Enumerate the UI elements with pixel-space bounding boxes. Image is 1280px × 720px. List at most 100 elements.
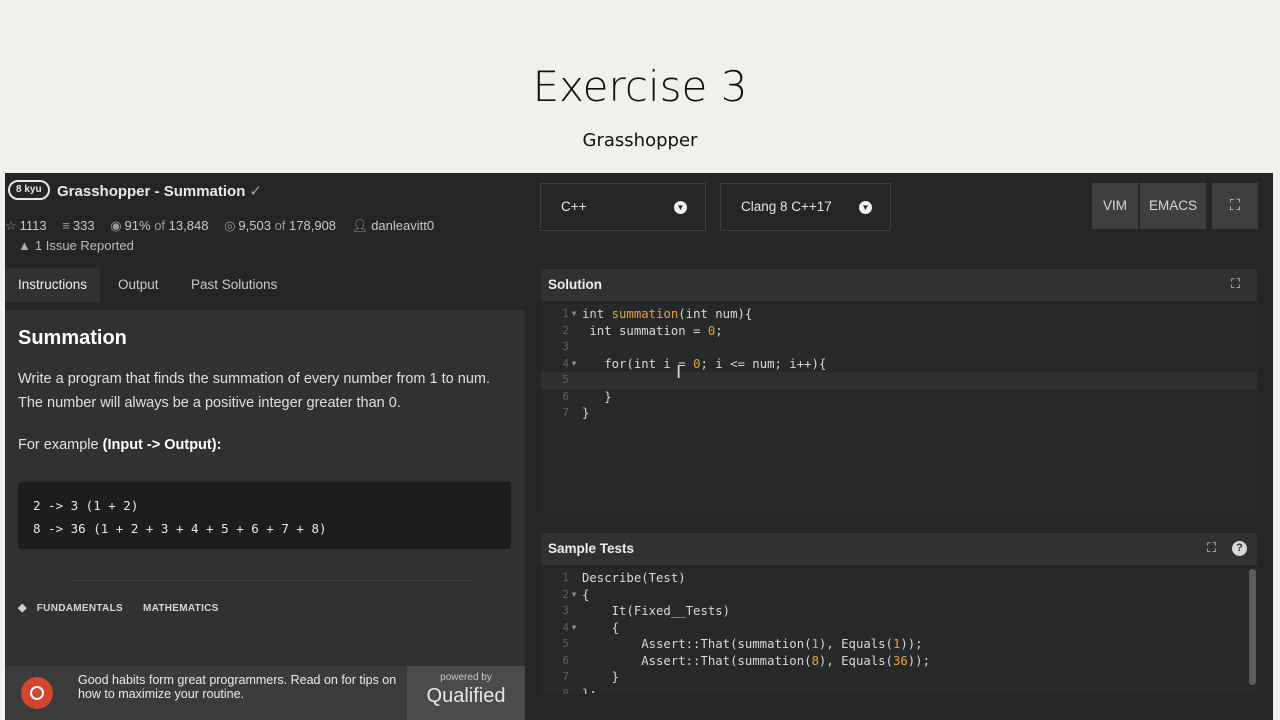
slide-title: Exercise 3 — [532, 62, 748, 111]
collections-stat[interactable]: ≡ 333 — [62, 218, 94, 233]
text-cursor-icon: I — [676, 362, 682, 383]
code-line: 1 Describe(Test) — [541, 570, 1257, 587]
fold-arrow-icon[interactable]: ▼ — [569, 587, 579, 604]
codewars-trainer: 8 kyu Grasshopper - Summation ✓ ☆ 1113 ≡ 33… — [5, 173, 1273, 720]
stars-stat[interactable]: ☆ 1113 — [5, 218, 47, 233]
kata-title[interactable]: Grasshopper - Summation ✓ — [57, 182, 262, 200]
version-select[interactable]: Clang 8 C++17 ▼ — [720, 183, 891, 231]
code-line: 2 int summation = 0; — [541, 323, 1257, 340]
stars-count: 1113 — [19, 218, 47, 233]
satisfaction-votes: 13,848 — [168, 218, 209, 233]
promo-text: Good habits form great programmers. Read… — [78, 673, 397, 701]
description-heading: Summation — [18, 327, 127, 349]
completion-stat: ◎ 9,503 of 178,908 — [224, 218, 336, 233]
qualified-brand: Qualified — [426, 685, 506, 707]
satisfaction-stat: ◉ 91% of 13,848 — [110, 218, 208, 233]
code-token: 36 — [892, 653, 908, 668]
line-number: 8 — [562, 686, 569, 695]
completed-count: 9,503 — [238, 218, 271, 233]
code-token: ; — [715, 323, 723, 338]
code-line: 1 ▼ int summation(int num){ — [541, 306, 1257, 323]
fold-arrow-icon[interactable]: ▼ — [569, 620, 579, 637]
tags-row: ◆ FUNDAMENTALS MATHEMATICS — [18, 601, 239, 614]
tab-instructions[interactable]: Instructions — [5, 268, 101, 302]
code-text: Describe(Test) — [582, 571, 686, 585]
code-line: 3 — [541, 339, 1257, 356]
tag-mathematics[interactable]: MATHEMATICS — [143, 603, 219, 614]
kata-description-column: 8 kyu Grasshopper - Summation ✓ ☆ 1113 ≡ 33… — [5, 173, 531, 720]
code-line: 7 } — [541, 669, 1257, 686]
help-icon[interactable]: ? — [1232, 541, 1247, 556]
line-number: 6 — [562, 389, 569, 403]
sample-tests-header: Sample Tests ⛶ ? — [541, 533, 1257, 565]
language-select[interactable]: C++ ▼ — [540, 183, 706, 231]
code-line: 6 Assert::That(summation(8), Equals(36))… — [541, 653, 1257, 670]
powered-by-badge[interactable]: powered by Qualified — [407, 666, 525, 720]
emacs-mode-button[interactable]: EMACS — [1140, 183, 1206, 229]
code-token: )); — [907, 653, 930, 668]
divider — [69, 580, 474, 581]
author-link[interactable]: 👤︎ danleavitt0 — [352, 218, 434, 233]
description-tabs: Instructions Output Past Solutions — [5, 268, 531, 302]
line-number: 7 — [562, 406, 569, 419]
code-token: )); — [900, 637, 923, 651]
satisfaction-rate: 91% — [124, 218, 151, 233]
user-icon: 👤︎ — [351, 218, 369, 233]
code-text: int summation(int num){ — [582, 306, 752, 323]
tests-scrollbar[interactable] — [1249, 569, 1256, 685]
code-line: 2 ▼{ — [541, 587, 1257, 604]
code-text: } — [582, 670, 620, 684]
code-text: for(int i = 0; i <= num; i++){ — [582, 356, 826, 373]
code-token: (int num){ — [678, 307, 753, 321]
expand-icon[interactable]: ⛶ — [1207, 540, 1216, 556]
code-line-active: 5 — [541, 372, 1257, 389]
star-icon: ☆ — [5, 218, 17, 233]
code-text: Assert::That(summation(1), Equals(1)); — [582, 636, 923, 653]
code-token: summation — [611, 307, 679, 321]
warning-icon: ▲ — [18, 238, 31, 253]
code-text: } — [582, 389, 612, 404]
of-label: of — [154, 218, 166, 233]
code-token: ; i <= num; i++){ — [700, 356, 827, 371]
line-number: 6 — [562, 653, 569, 667]
code-token: int — [582, 307, 612, 321]
kata-title-text: Grasshopper - Summation — [57, 183, 246, 200]
layers-icon: ≡ — [62, 218, 70, 233]
attempts-count: 178,908 — [289, 218, 337, 233]
promo-banner[interactable]: Good habits form great programmers. Read… — [5, 666, 525, 720]
code-token: Assert::That(summation( — [582, 637, 812, 651]
tag-fundamentals[interactable]: FUNDAMENTALS — [37, 603, 123, 614]
of-label: of — [274, 218, 286, 233]
fold-arrow-icon[interactable]: ▼ — [569, 356, 579, 373]
sample-tests-title: Sample Tests — [548, 541, 635, 556]
code-line: 4 ▼ for(int i = 0; i <= num; i++){ — [541, 356, 1257, 373]
issues-link[interactable]: ▲ 1 Issue Reported — [18, 238, 134, 253]
expand-icon[interactable]: ⛶ — [1212, 183, 1258, 229]
powered-by-label: powered by — [440, 672, 492, 683]
version-value: Clang 8 C++17 — [741, 199, 832, 214]
expand-icon[interactable]: ⛶ — [1231, 276, 1240, 292]
example-label: (Input -> Output): — [102, 437, 222, 453]
line-number: 3 — [562, 340, 569, 353]
qualified-logo-icon — [21, 677, 53, 709]
sample-tests-editor[interactable]: 1 Describe(Test) 2 ▼{ 3 It(Fixed__Tests) 4… — [541, 568, 1257, 694]
slide-subtitle: Grasshopper — [582, 130, 698, 151]
line-number: 4 — [562, 356, 569, 370]
code-text: { — [582, 620, 620, 635]
example-line: 2 -> 3 (1 + 2) — [33, 498, 139, 513]
code-line: 3 It(Fixed__Tests) — [541, 603, 1257, 620]
vim-mode-button[interactable]: VIM — [1092, 183, 1138, 229]
tab-output[interactable]: Output — [105, 268, 172, 302]
collections-count: 333 — [72, 218, 95, 233]
fold-arrow-icon[interactable]: ▼ — [569, 306, 579, 323]
line-number: 5 — [562, 637, 569, 650]
line-number: 3 — [562, 604, 569, 617]
line-number: 1 — [562, 307, 569, 320]
line-number: 2 — [562, 587, 569, 601]
solution-title: Solution — [548, 277, 602, 292]
solution-editor[interactable]: 1 ▼ int summation(int num){ 2 int summatio… — [541, 304, 1257, 513]
code-token: 8 — [811, 653, 819, 668]
description-text: Write a program that finds the summation… — [18, 371, 490, 411]
tab-past-solutions[interactable]: Past Solutions — [178, 268, 290, 302]
example-code-block: 2 -> 3 (1 + 2) 8 -> 36 (1 + 2 + 3 + 4 + … — [18, 482, 511, 549]
